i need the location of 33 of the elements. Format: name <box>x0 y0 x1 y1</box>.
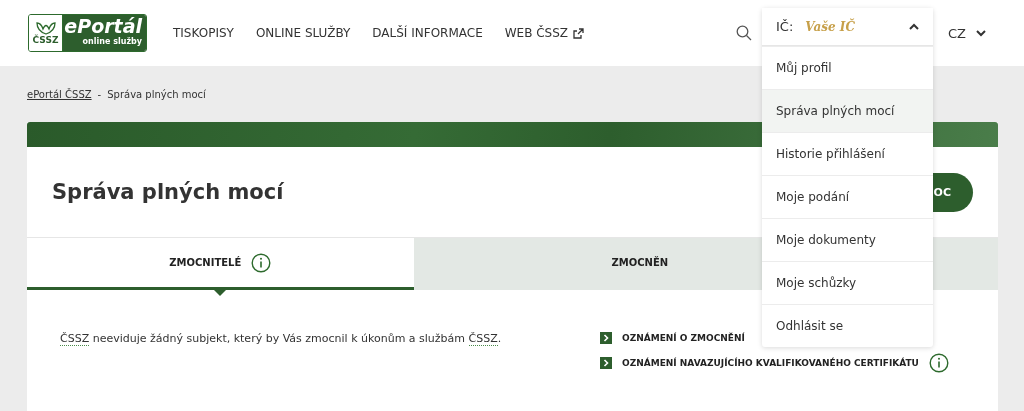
nav-link[interactable]: TISKOPISY <box>173 26 234 40</box>
document-link[interactable]: OZNÁMENÍ NAVAZUJÍCÍHO KVALIFIKOVANÉHO CERTIFIKÁTU <box>622 358 919 368</box>
menu-item[interactable]: Historie přihlášení <box>762 132 933 175</box>
page-title: Správa plných mocí <box>52 180 284 204</box>
info-icon[interactable] <box>251 252 272 273</box>
logo-abbr: ČSSZ <box>32 35 59 45</box>
chevron-up-icon <box>909 23 919 30</box>
external-link-icon <box>573 27 585 39</box>
language-selector[interactable]: CZ <box>948 25 986 41</box>
breadcrumb-separator: - <box>97 88 102 100</box>
nav-link[interactable]: WEB ČSSZ <box>504 26 585 40</box>
current-page-text: Správa plných mocí <box>107 88 206 100</box>
logo-subtitle: online služby <box>82 38 142 46</box>
chevron-down-icon <box>976 29 986 37</box>
nav-link[interactable]: ONLINE SLUŽBY <box>255 26 351 40</box>
arrow-right-icon <box>600 357 612 369</box>
tab-pointer-icon <box>213 289 228 296</box>
menu-item[interactable]: Odhlásit se <box>762 304 933 347</box>
document-link[interactable]: OZNÁMENÍ O ZMOCNĚNÍ <box>622 333 745 343</box>
message-text: ČSSZ neeviduje žádný subjekt, který by Vás zmocnil k úkonům a službám ČSSZ. <box>60 331 503 348</box>
arrow-right-icon <box>600 332 612 344</box>
logo[interactable]: ČSSZ ePortál online služby <box>28 14 147 52</box>
flower-icon <box>34 21 57 35</box>
nav-link[interactable]: DALŠÍ INFORMACE <box>372 26 483 40</box>
menu-item[interactable]: Moje schůzky <box>762 261 933 304</box>
menu-item[interactable]: Moje podání <box>762 175 933 218</box>
logo-title: ePortál <box>64 17 142 36</box>
menu-item[interactable]: Správa plných mocí <box>762 89 933 132</box>
breadcrumb-link[interactable]: ePortál ČSSZ <box>27 88 92 100</box>
search-icon[interactable] <box>736 25 752 41</box>
account-selector[interactable]: IČ: Vaše IČ <box>762 8 933 46</box>
menu-item[interactable]: Moje dokumenty <box>762 218 933 261</box>
info-icon[interactable] <box>928 353 949 373</box>
